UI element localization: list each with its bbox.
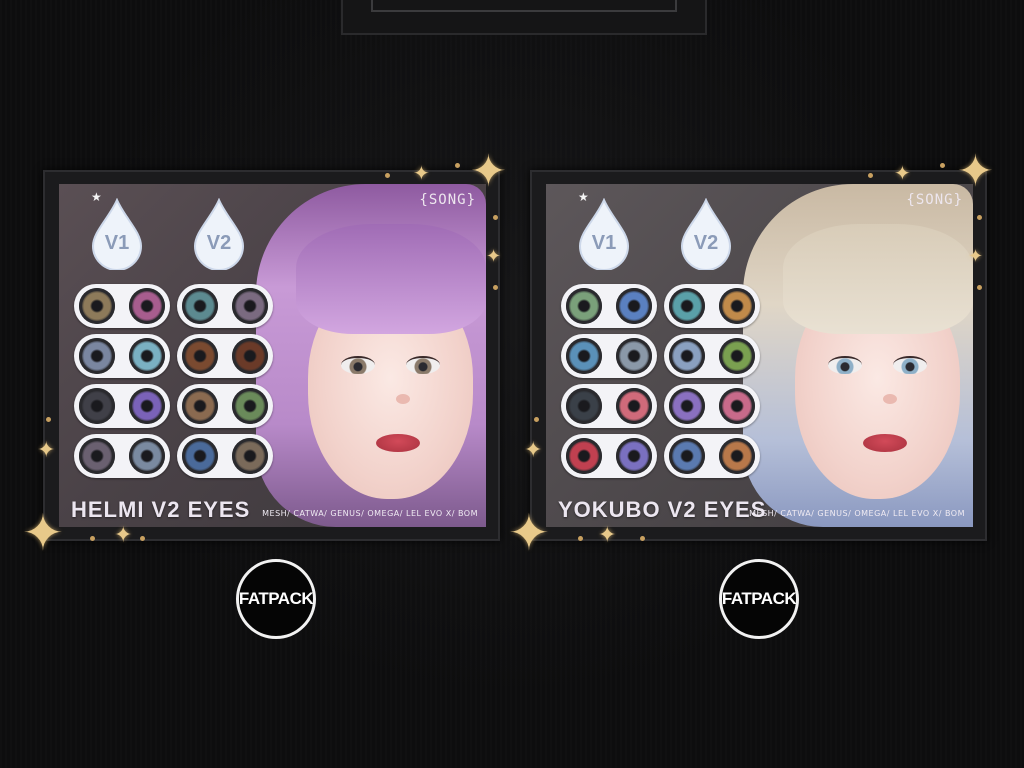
lens-case xyxy=(177,284,273,328)
lens-swatch xyxy=(232,338,268,374)
poster-canvas: ★ {SONG} V1 V2 HELMI V2 EYES MESH/ CATWA… xyxy=(59,184,486,527)
lens-swatch xyxy=(182,438,218,474)
lens-swatch xyxy=(719,288,755,324)
lens-case xyxy=(74,384,170,428)
fatpack-button-helmi[interactable]: FATPACK xyxy=(236,559,316,639)
lens-swatch xyxy=(669,388,705,424)
lens-swatch xyxy=(669,338,705,374)
compatibility-text: MESH/ CATWA/ GENUS/ OMEGA/ LEL EVO X/ BO… xyxy=(262,509,478,518)
lens-swatch xyxy=(566,288,602,324)
fatpack-button-yokubo[interactable]: FATPACK xyxy=(719,559,799,639)
brand-tag: {SONG} xyxy=(419,192,476,208)
lens-case xyxy=(177,434,273,478)
lens-swatch xyxy=(566,388,602,424)
top-picture-frame xyxy=(341,0,707,35)
lens-swatch xyxy=(719,338,755,374)
lens-swatch xyxy=(566,438,602,474)
model-portrait xyxy=(743,184,973,527)
lens-row xyxy=(74,434,284,484)
lens-row xyxy=(74,334,284,384)
lens-swatch xyxy=(616,388,652,424)
poster-helmi[interactable]: ★ {SONG} V1 V2 HELMI V2 EYES MESH/ CATWA… xyxy=(43,170,500,541)
lens-swatch xyxy=(182,338,218,374)
lens-case xyxy=(664,384,760,428)
lens-case xyxy=(177,384,273,428)
lens-case xyxy=(74,334,170,378)
sparkle-icon: ✦ xyxy=(524,438,543,463)
lens-swatch xyxy=(129,438,165,474)
version-drop-v2: V2 xyxy=(678,198,734,270)
lens-swatch xyxy=(719,388,755,424)
version-drop-v2: V2 xyxy=(191,198,247,270)
lens-swatch xyxy=(616,438,652,474)
version-drop-v1: V1 xyxy=(576,198,632,270)
lens-swatch xyxy=(79,388,115,424)
lens-swatch xyxy=(566,338,602,374)
sparkle-icon: ✦ xyxy=(968,246,984,267)
lens-swatch xyxy=(79,338,115,374)
lens-case xyxy=(561,434,657,478)
lens-case xyxy=(177,334,273,378)
brand-tag: {SONG} xyxy=(906,192,963,208)
lens-swatch xyxy=(616,288,652,324)
version-drop-v1: V1 xyxy=(89,198,145,270)
lens-grid xyxy=(74,284,284,484)
poster-canvas: ★ {SONG} V1 V2 YOKUBO V2 EYES MESH/ CATW… xyxy=(546,184,973,527)
lens-case xyxy=(561,384,657,428)
model-portrait xyxy=(256,184,486,527)
product-title: HELMI V2 EYES xyxy=(71,497,251,522)
lens-swatch xyxy=(719,438,755,474)
sparkle-icon: ✦ xyxy=(598,523,617,548)
lens-case xyxy=(664,284,760,328)
lens-swatch xyxy=(232,288,268,324)
lens-swatch xyxy=(616,338,652,374)
lens-swatch xyxy=(182,288,218,324)
lens-case xyxy=(74,434,170,478)
lens-row xyxy=(561,284,771,334)
lens-swatch xyxy=(669,438,705,474)
product-title: YOKUBO V2 EYES xyxy=(558,497,767,522)
sparkle-icon: ✦ xyxy=(37,438,56,463)
lens-case xyxy=(664,434,760,478)
sparkle-icon: ✦ xyxy=(894,161,911,185)
lens-case xyxy=(74,284,170,328)
lens-case xyxy=(664,334,760,378)
lens-swatch xyxy=(232,438,268,474)
lens-swatch xyxy=(129,288,165,324)
poster-yokubo[interactable]: ★ {SONG} V1 V2 YOKUBO V2 EYES MESH/ CATW… xyxy=(530,170,987,541)
lens-case xyxy=(561,284,657,328)
lens-row xyxy=(561,434,771,484)
sparkle-icon: ✦ xyxy=(413,161,430,185)
sparkle-icon: ✦ xyxy=(508,504,550,562)
lens-swatch xyxy=(79,288,115,324)
sparkle-icon: ✦ xyxy=(470,146,507,197)
sparkle-icon: ✦ xyxy=(114,523,133,548)
lens-swatch xyxy=(182,388,218,424)
lens-row xyxy=(561,334,771,384)
lens-row xyxy=(74,384,284,434)
lens-swatch xyxy=(79,438,115,474)
lens-row xyxy=(74,284,284,334)
lens-swatch xyxy=(669,288,705,324)
lens-swatch xyxy=(129,338,165,374)
sparkle-icon: ✦ xyxy=(486,246,502,267)
lens-case xyxy=(561,334,657,378)
lens-row xyxy=(561,384,771,434)
sparkle-icon: ✦ xyxy=(957,146,994,197)
lens-grid xyxy=(561,284,771,484)
compatibility-text: MESH/ CATWA/ GENUS/ OMEGA/ LEL EVO X/ BO… xyxy=(749,509,965,518)
lens-swatch xyxy=(232,388,268,424)
lens-swatch xyxy=(129,388,165,424)
sparkle-icon: ✦ xyxy=(22,504,64,562)
